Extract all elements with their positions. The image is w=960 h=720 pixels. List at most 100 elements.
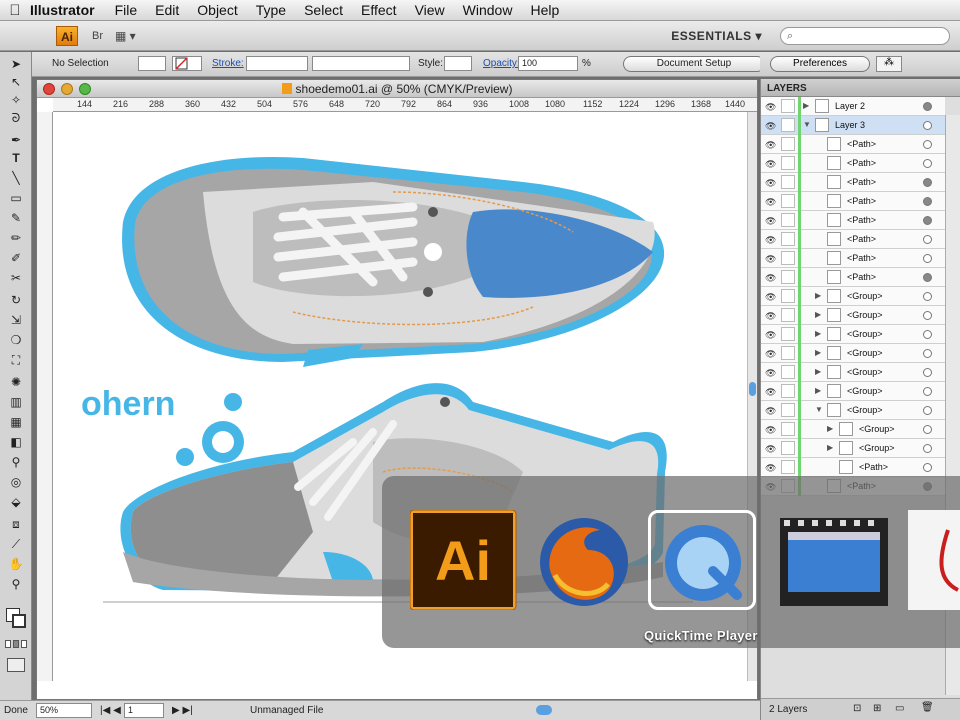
target-circle-icon[interactable] <box>923 406 932 415</box>
slice-tool-icon[interactable]: ⟋ <box>6 536 26 552</box>
help-search-input[interactable]: ⌕ <box>780 27 950 45</box>
opacity-label[interactable]: Opacity: <box>483 58 520 69</box>
layer-name[interactable]: <Path> <box>847 177 876 187</box>
visibility-eye-icon[interactable]: 👁 <box>765 273 776 284</box>
artboard-number-field[interactable]: 1 <box>124 703 164 718</box>
layer-row[interactable]: 👁 <Path> <box>761 268 945 287</box>
column-graph-tool-icon[interactable]: ▥ <box>6 394 26 410</box>
layer-row[interactable]: 👁 ▶ <Group> <box>761 306 945 325</box>
rotate-tool-icon[interactable]: ↻ <box>6 292 26 308</box>
zoom-window-icon[interactable] <box>79 83 91 95</box>
target-circle-icon[interactable] <box>923 197 932 206</box>
layer-row[interactable]: 👁 <Path> <box>761 211 945 230</box>
target-circle-icon[interactable] <box>923 159 932 168</box>
brush-definition-field[interactable] <box>312 56 410 71</box>
menu-view[interactable]: View <box>415 2 445 18</box>
menu-file[interactable]: File <box>115 2 138 18</box>
layer-name[interactable]: <Group> <box>847 386 883 396</box>
lock-toggle[interactable] <box>781 327 795 341</box>
layer-name[interactable]: <Group> <box>859 443 895 453</box>
opacity-field[interactable]: 100 <box>518 56 578 71</box>
visibility-eye-icon[interactable]: 👁 <box>765 235 776 246</box>
expand-arrow-icon[interactable]: ▼ <box>803 120 811 129</box>
create-layer-icon[interactable]: ▭ <box>895 703 904 714</box>
menu-type[interactable]: Type <box>256 2 286 18</box>
target-circle-icon[interactable] <box>923 349 932 358</box>
layer-name[interactable]: <Path> <box>847 253 876 263</box>
visibility-eye-icon[interactable]: 👁 <box>765 254 776 265</box>
layer-name[interactable]: <Group> <box>847 329 883 339</box>
target-circle-icon[interactable] <box>923 311 932 320</box>
horizontal-ruler[interactable]: 144 216 288 360 432 504 576 648 720 792 … <box>53 98 757 112</box>
next-artboard-icon[interactable]: ▶ ▶| <box>172 705 193 716</box>
layer-name[interactable]: <Path> <box>847 272 876 282</box>
layer-name[interactable]: <Path> <box>847 215 876 225</box>
minimize-window-icon[interactable] <box>61 83 73 95</box>
layer-row[interactable]: 👁 <Path> <box>761 249 945 268</box>
blend-tool-icon[interactable]: ◎ <box>6 474 26 490</box>
target-circle-icon[interactable] <box>923 254 932 263</box>
gradient-tool-icon[interactable]: ◧ <box>6 434 26 450</box>
layer-name[interactable]: Layer 2 <box>835 101 865 111</box>
scissors-tool-icon[interactable]: ✂ <box>6 270 26 286</box>
preferences-button[interactable]: Preferences <box>770 56 870 72</box>
layer-name[interactable]: <Group> <box>847 291 883 301</box>
visibility-eye-icon[interactable]: 👁 <box>765 463 776 474</box>
lock-toggle[interactable] <box>781 308 795 322</box>
lock-toggle[interactable] <box>781 403 795 417</box>
type-tool-icon[interactable]: T <box>6 150 26 166</box>
visibility-eye-icon[interactable]: 👁 <box>765 349 776 360</box>
expand-arrow-icon[interactable]: ▼ <box>815 405 823 414</box>
layer-name[interactable]: <Group> <box>859 424 895 434</box>
horizontal-scroll-thumb[interactable] <box>536 705 552 715</box>
rectangle-tool-icon[interactable]: ▭ <box>6 190 26 206</box>
direct-selection-tool-icon[interactable]: ↖ <box>6 74 26 90</box>
layer-row[interactable]: 👁 ▶ <Group> <box>761 287 945 306</box>
lock-toggle[interactable] <box>781 99 795 113</box>
target-circle-icon[interactable] <box>923 178 932 187</box>
expand-arrow-icon[interactable]: ▶ <box>827 424 833 433</box>
visibility-eye-icon[interactable]: 👁 <box>765 292 776 303</box>
live-paint-tool-icon[interactable]: ⬙ <box>6 494 26 510</box>
expand-arrow-icon[interactable]: ▶ <box>803 101 809 110</box>
expand-arrow-icon[interactable]: ▶ <box>815 310 821 319</box>
lock-toggle[interactable] <box>781 156 795 170</box>
lock-toggle[interactable] <box>781 175 795 189</box>
layer-row[interactable]: 👁 <Path> <box>761 135 945 154</box>
selection-tool-icon[interactable]: ➤ <box>6 56 26 72</box>
expand-arrow-icon[interactable]: ▶ <box>815 348 821 357</box>
layer-row[interactable]: 👁 ▼ <Group> <box>761 401 945 420</box>
menu-select[interactable]: Select <box>304 2 343 18</box>
make-clipping-mask-icon[interactable]: ⊡ <box>853 703 861 714</box>
align-options-icon[interactable]: ⁂ <box>876 56 902 72</box>
screen-mode-icon[interactable] <box>7 658 25 672</box>
target-circle-icon[interactable] <box>923 216 932 225</box>
switcher-app-quicktime[interactable] <box>648 510 756 610</box>
color-mode-buttons[interactable] <box>5 640 27 648</box>
target-circle-icon[interactable] <box>923 368 932 377</box>
visibility-eye-icon[interactable]: 👁 <box>765 121 776 132</box>
layer-row[interactable]: 👁 ▶ Layer 2 <box>761 97 945 116</box>
stroke-swatch[interactable] <box>172 56 202 71</box>
visibility-eye-icon[interactable]: 👁 <box>765 140 776 151</box>
layer-row[interactable]: 👁 <Path> <box>761 458 945 477</box>
lock-toggle[interactable] <box>781 194 795 208</box>
zoom-tool-icon[interactable]: ⚲ <box>6 576 26 592</box>
target-circle-icon[interactable] <box>923 140 932 149</box>
target-circle-icon[interactable] <box>923 102 932 111</box>
visibility-eye-icon[interactable]: 👁 <box>765 311 776 322</box>
expand-arrow-icon[interactable]: ▶ <box>815 329 821 338</box>
arrange-documents-button[interactable]: ▦ ▾ <box>115 29 136 43</box>
lock-toggle[interactable] <box>781 365 795 379</box>
scale-tool-icon[interactable]: ⇲ <box>6 312 26 328</box>
lock-toggle[interactable] <box>781 384 795 398</box>
lock-toggle[interactable] <box>781 137 795 151</box>
line-tool-icon[interactable]: ╲ <box>6 170 26 186</box>
layer-row[interactable]: 👁 ▶ <Group> <box>761 325 945 344</box>
target-circle-icon[interactable] <box>923 387 932 396</box>
visibility-eye-icon[interactable]: 👁 <box>765 330 776 341</box>
target-circle-icon[interactable] <box>923 330 932 339</box>
visibility-eye-icon[interactable]: 👁 <box>765 425 776 436</box>
magic-wand-tool-icon[interactable]: ✧ <box>6 92 26 108</box>
warp-tool-icon[interactable]: ❍ <box>6 332 26 348</box>
